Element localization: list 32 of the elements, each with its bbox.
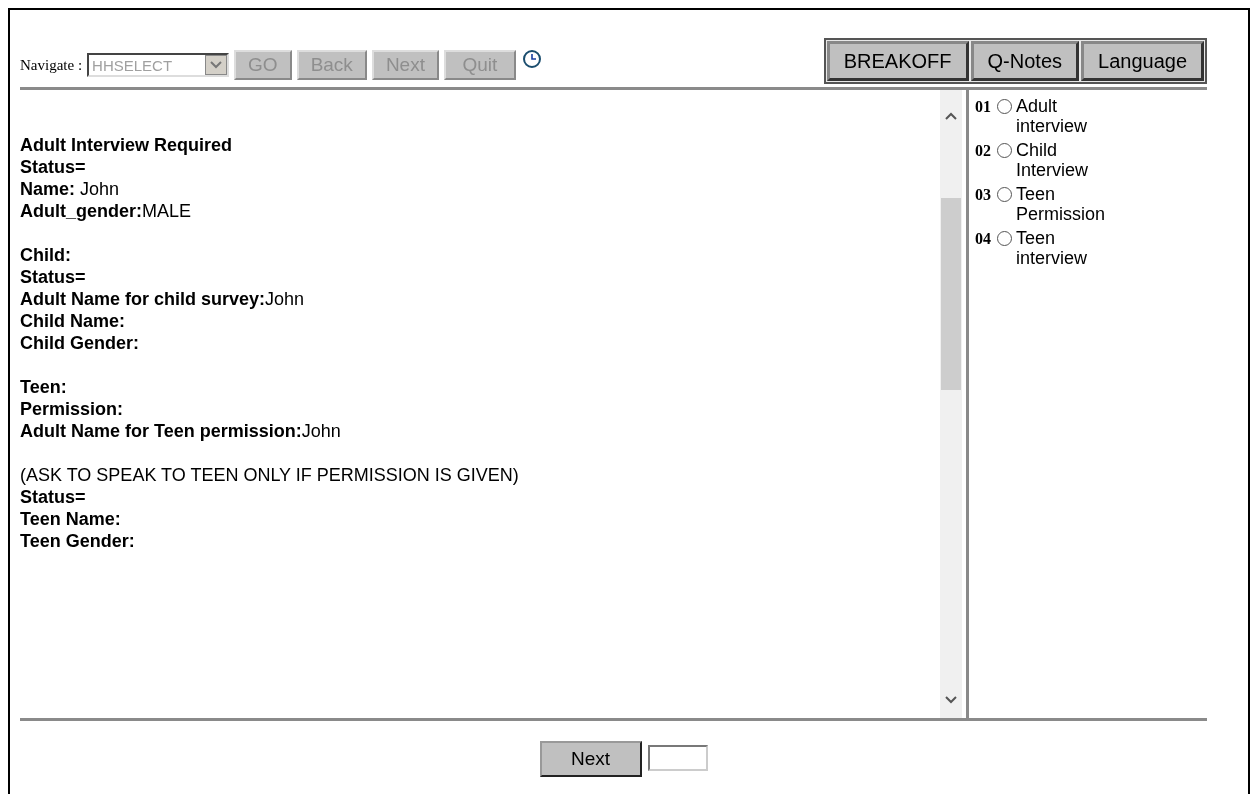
navigate-label: Navigate : <box>20 56 83 74</box>
scroll-up-icon[interactable] <box>945 112 957 120</box>
scroll-thumb[interactable] <box>941 198 961 390</box>
next-button[interactable]: Next <box>539 741 642 777</box>
field-line: Permission: <box>20 398 125 420</box>
field-line: Child Name: <box>20 310 126 332</box>
field-line: Teen Name: <box>20 508 122 530</box>
instruction-note: (ASK TO SPEAK TO TEEN ONLY IF PERMISSION IS GIVEN) <box>20 464 520 486</box>
action-button[interactable]: Language <box>1081 41 1204 81</box>
clock-icon[interactable] <box>522 50 541 68</box>
scrollbar[interactable] <box>940 90 962 718</box>
caret-icon <box>205 55 228 75</box>
section-heading: Adult Interview Required <box>20 134 234 156</box>
answer-option[interactable]: 01 Adult interview <box>975 96 1207 136</box>
answer-option[interactable]: 03 Teen Permission <box>975 184 1207 224</box>
action-button[interactable]: BREAKOFF <box>826 41 969 81</box>
action-button[interactable]: Q-Notes <box>970 41 1079 81</box>
field-line: Adult Name for child survey:John <box>20 288 306 310</box>
input-field[interactable] <box>647 745 708 771</box>
section-heading: Teen: <box>20 376 68 398</box>
field-line: Status= <box>20 156 87 178</box>
section-heading: Child: <box>20 244 72 266</box>
answer-option[interactable]: 02 Child Interview <box>975 140 1207 180</box>
field-line: Adult Name for Teen permission:John <box>20 420 342 442</box>
field-line: Child Gender: <box>20 332 140 354</box>
field-line: Teen Gender: <box>20 530 136 552</box>
field-line: Name: John <box>20 178 121 200</box>
field-line: Status= <box>20 266 87 288</box>
field-line: Status= <box>20 486 87 508</box>
answer-option[interactable]: 04 Teen interview <box>975 228 1207 268</box>
scroll-down-icon[interactable] <box>945 696 957 704</box>
field-line: Adult_gender:MALE <box>20 200 193 222</box>
